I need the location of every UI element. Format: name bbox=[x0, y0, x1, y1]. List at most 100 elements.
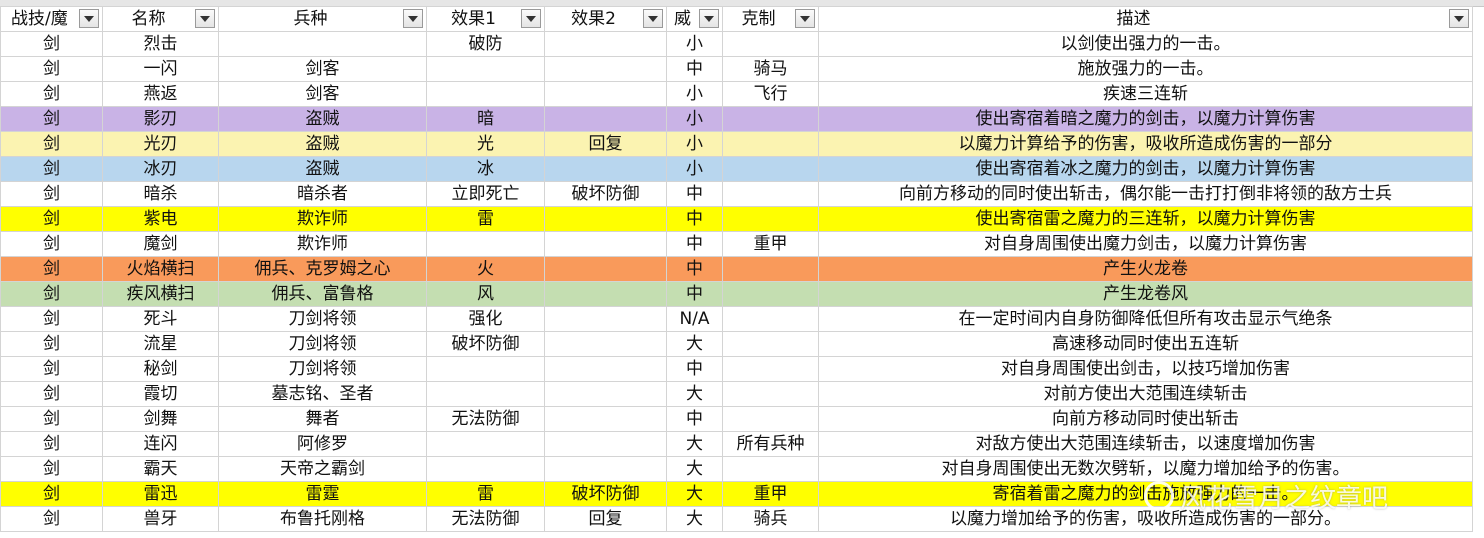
table-cell[interactable]: 以魔力计算给予的伤害，吸收所造成伤害的一部分 bbox=[818, 131, 1473, 157]
table-cell[interactable]: 雷迅 bbox=[102, 481, 219, 507]
table-cell[interactable]: 光 bbox=[426, 131, 545, 157]
table-cell[interactable] bbox=[544, 431, 667, 457]
column-header-6[interactable]: 克制 bbox=[722, 6, 819, 32]
table-cell[interactable]: 烈击 bbox=[102, 31, 219, 57]
table-cell[interactable]: 破坏防御 bbox=[544, 181, 667, 207]
table-cell[interactable]: 天帝之霸剑 bbox=[218, 456, 427, 482]
table-cell[interactable]: 大 bbox=[666, 431, 723, 457]
table-cell[interactable]: 影刃 bbox=[102, 106, 219, 132]
table-cell[interactable]: 以魔力增加给予的伤害，吸收所造成伤害的一部分。 bbox=[818, 506, 1473, 532]
table-cell[interactable]: N/A bbox=[666, 306, 723, 332]
table-cell[interactable] bbox=[544, 306, 667, 332]
table-cell[interactable] bbox=[722, 331, 819, 357]
table-cell[interactable]: 火焰横扫 bbox=[102, 256, 219, 282]
table-cell[interactable] bbox=[544, 106, 667, 132]
table-cell[interactable] bbox=[544, 206, 667, 232]
table-cell[interactable]: 风 bbox=[426, 281, 545, 307]
table-cell[interactable]: 光刃 bbox=[102, 131, 219, 157]
table-cell[interactable]: 一闪 bbox=[102, 56, 219, 82]
table-cell[interactable]: 暗杀 bbox=[102, 181, 219, 207]
table-cell[interactable]: 中 bbox=[666, 256, 723, 282]
table-cell[interactable]: 对自身周围使出魔力剑击，以魔力计算伤害 bbox=[818, 231, 1473, 257]
table-cell[interactable]: 霸天 bbox=[102, 456, 219, 482]
column-header-2[interactable]: 兵种 bbox=[218, 6, 427, 32]
table-cell[interactable] bbox=[218, 31, 427, 57]
table-cell[interactable]: 暗 bbox=[426, 106, 545, 132]
table-cell[interactable] bbox=[722, 406, 819, 432]
table-cell[interactable] bbox=[722, 131, 819, 157]
table-cell[interactable]: 回复 bbox=[544, 131, 667, 157]
table-cell[interactable]: 盗贼 bbox=[218, 156, 427, 182]
table-cell[interactable]: 流星 bbox=[102, 331, 219, 357]
table-cell[interactable]: 小 bbox=[666, 156, 723, 182]
table-cell[interactable]: 连闪 bbox=[102, 431, 219, 457]
filter-dropdown-icon[interactable] bbox=[643, 9, 663, 28]
table-cell[interactable] bbox=[722, 206, 819, 232]
table-cell[interactable] bbox=[722, 181, 819, 207]
table-cell[interactable]: 重甲 bbox=[722, 231, 819, 257]
table-cell[interactable]: 疾风横扫 bbox=[102, 281, 219, 307]
table-cell[interactable]: 剑 bbox=[0, 356, 103, 382]
table-cell[interactable] bbox=[544, 356, 667, 382]
table-cell[interactable]: 中 bbox=[666, 406, 723, 432]
table-cell[interactable]: 霞切 bbox=[102, 381, 219, 407]
table-cell[interactable]: 中 bbox=[666, 181, 723, 207]
table-cell[interactable]: 剑 bbox=[0, 231, 103, 257]
table-cell[interactable]: 剑 bbox=[0, 456, 103, 482]
table-cell[interactable] bbox=[544, 31, 667, 57]
table-cell[interactable]: 剑 bbox=[0, 381, 103, 407]
table-cell[interactable]: 大 bbox=[666, 481, 723, 507]
table-cell[interactable]: 中 bbox=[666, 206, 723, 232]
table-cell[interactable]: 小 bbox=[666, 81, 723, 107]
column-header-0[interactable]: 战技/魔 bbox=[0, 6, 103, 32]
table-cell[interactable]: 盗贼 bbox=[218, 131, 427, 157]
table-cell[interactable]: 剑 bbox=[0, 306, 103, 332]
table-cell[interactable]: 佣兵、克罗姆之心 bbox=[218, 256, 427, 282]
table-cell[interactable]: 阿修罗 bbox=[218, 431, 427, 457]
table-cell[interactable]: 对敌方使出大范围连续斩击，以速度增加伤害 bbox=[818, 431, 1473, 457]
table-cell[interactable]: 布鲁托刚格 bbox=[218, 506, 427, 532]
table-cell[interactable]: 剑 bbox=[0, 131, 103, 157]
table-cell[interactable]: 中 bbox=[666, 56, 723, 82]
filter-dropdown-icon[interactable] bbox=[79, 9, 99, 28]
table-cell[interactable]: 剑 bbox=[0, 56, 103, 82]
table-cell[interactable] bbox=[544, 156, 667, 182]
table-cell[interactable]: 中 bbox=[666, 231, 723, 257]
table-cell[interactable]: 秘剑 bbox=[102, 356, 219, 382]
table-cell[interactable] bbox=[426, 456, 545, 482]
table-cell[interactable] bbox=[722, 31, 819, 57]
table-cell[interactable] bbox=[544, 281, 667, 307]
table-cell[interactable]: 回复 bbox=[544, 506, 667, 532]
column-header-4[interactable]: 效果2 bbox=[544, 6, 667, 32]
table-cell[interactable]: 强化 bbox=[426, 306, 545, 332]
table-cell[interactable]: 暗杀者 bbox=[218, 181, 427, 207]
table-cell[interactable]: 小 bbox=[666, 131, 723, 157]
table-cell[interactable] bbox=[544, 331, 667, 357]
table-cell[interactable]: 施放强力的一击。 bbox=[818, 56, 1473, 82]
table-cell[interactable]: 高速移动同时使出五连斩 bbox=[818, 331, 1473, 357]
table-cell[interactable]: 刀剑将领 bbox=[218, 356, 427, 382]
table-cell[interactable]: 向前方移动的同时使出斩击，偶尔能一击打打倒非将领的敌方士兵 bbox=[818, 181, 1473, 207]
table-cell[interactable]: 对自身周围使出无数次劈斩，以魔力增加给予的伤害。 bbox=[818, 456, 1473, 482]
table-cell[interactable] bbox=[544, 256, 667, 282]
table-cell[interactable]: 燕返 bbox=[102, 81, 219, 107]
table-cell[interactable]: 重甲 bbox=[722, 481, 819, 507]
table-cell[interactable]: 魔剑 bbox=[102, 231, 219, 257]
table-cell[interactable]: 舞者 bbox=[218, 406, 427, 432]
table-cell[interactable]: 骑马 bbox=[722, 56, 819, 82]
table-cell[interactable]: 小 bbox=[666, 31, 723, 57]
table-cell[interactable]: 剑客 bbox=[218, 56, 427, 82]
column-header-5[interactable]: 威 bbox=[666, 6, 723, 32]
table-cell[interactable]: 大 bbox=[666, 381, 723, 407]
table-cell[interactable]: 无法防御 bbox=[426, 506, 545, 532]
table-cell[interactable]: 剑 bbox=[0, 106, 103, 132]
table-cell[interactable]: 使出寄宿雷之魔力的三连斩，以魔力计算伤害 bbox=[818, 206, 1473, 232]
table-cell[interactable]: 剑 bbox=[0, 481, 103, 507]
table-cell[interactable] bbox=[722, 356, 819, 382]
table-cell[interactable]: 欺诈师 bbox=[218, 231, 427, 257]
table-cell[interactable]: 剑 bbox=[0, 206, 103, 232]
table-cell[interactable]: 刀剑将领 bbox=[218, 331, 427, 357]
table-cell[interactable]: 在一定时间内自身防御降低但所有攻击显示气绝条 bbox=[818, 306, 1473, 332]
table-cell[interactable]: 使出寄宿着冰之魔力的剑击，以魔力计算伤害 bbox=[818, 156, 1473, 182]
table-cell[interactable]: 雷 bbox=[426, 206, 545, 232]
